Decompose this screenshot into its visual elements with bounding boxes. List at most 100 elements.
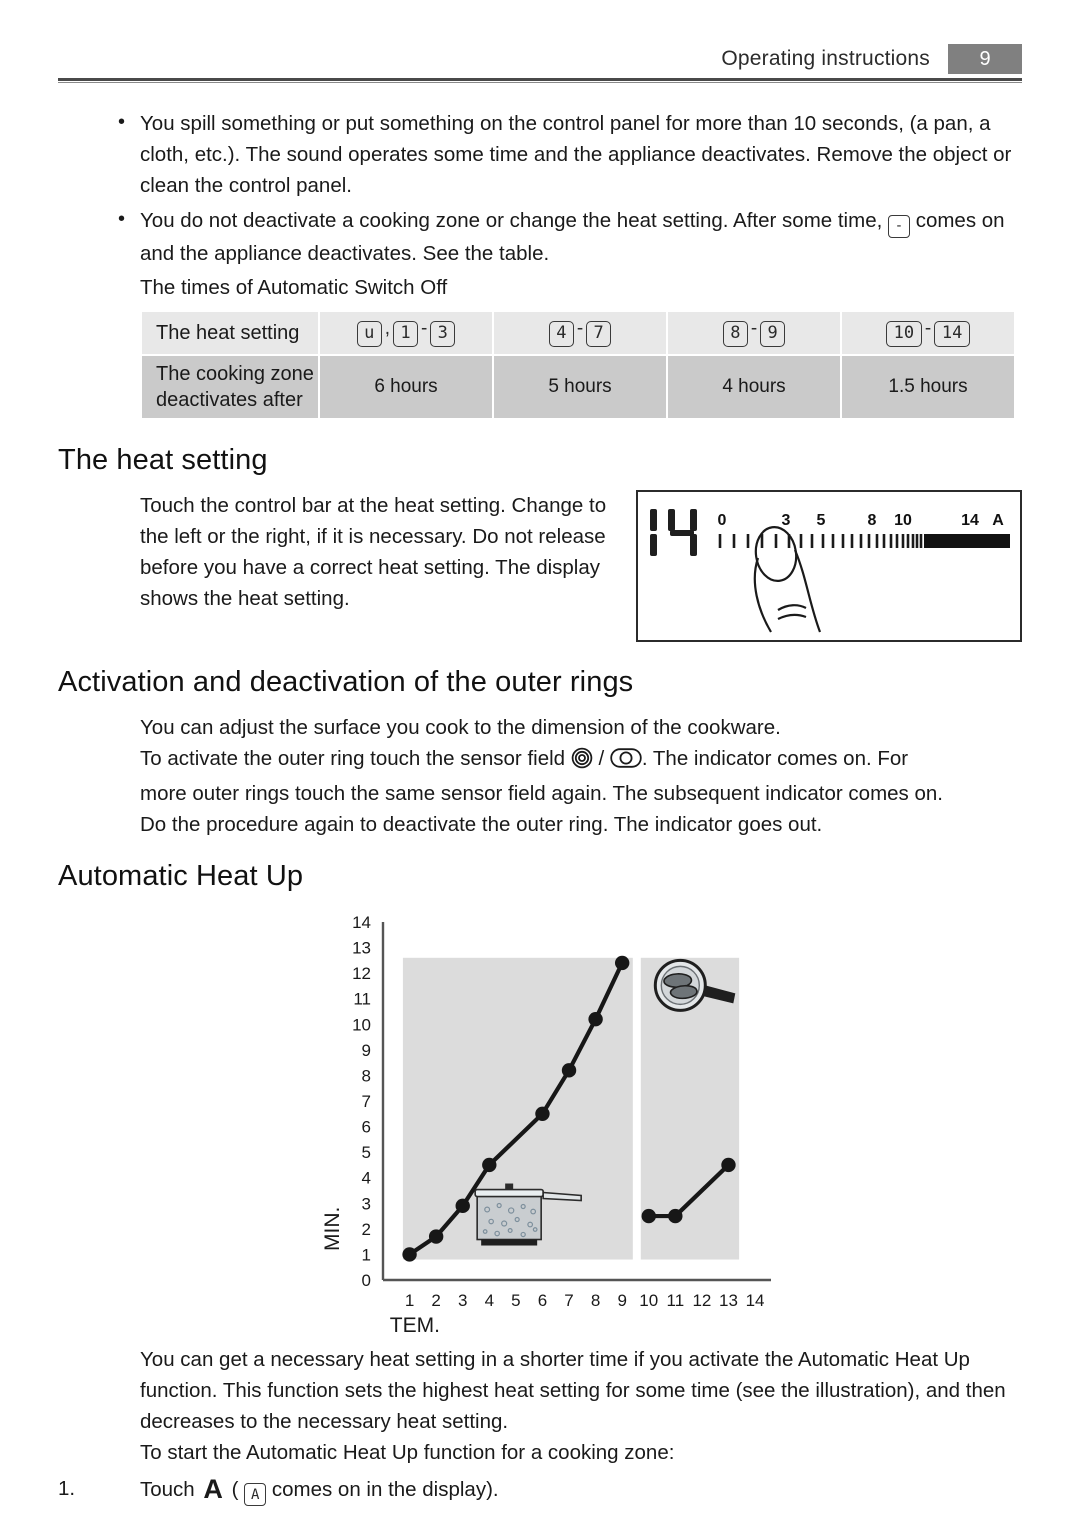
document-page: Operating instructions 9 You spill somet… — [0, 0, 1080, 1529]
y-tick-label: 1 — [362, 1245, 371, 1264]
x-tick-label: 11 — [667, 1291, 685, 1310]
display-value-14-icon — [650, 508, 697, 556]
x-tick-label: 4 — [485, 1291, 494, 1310]
svg-text:0: 0 — [718, 512, 727, 529]
range-dash-4: - — [924, 318, 932, 340]
automatic-heat-up-paragraph-2: To start the Automatic Heat Up function … — [140, 1440, 675, 1464]
x-tick-label: 6 — [538, 1291, 547, 1310]
table-cell-range-4: 10-14 — [842, 311, 1014, 354]
data-point — [721, 1157, 736, 1172]
outer-rings-text-before: To activate the outer ring touch the sen… — [140, 746, 566, 770]
table-row-heat-setting: The heat setting u,1-3 4-7 8-9 10-14 — [142, 311, 1014, 354]
concentric-rings-sensor-icon — [571, 747, 593, 778]
data-point — [588, 1011, 603, 1026]
outer-rings-line-1: You can adjust the surface you cook to t… — [140, 715, 781, 739]
x-tick-label: 8 — [591, 1291, 600, 1310]
outer-rings-text-after: . The indicator comes on. For — [641, 746, 909, 770]
data-point — [641, 1208, 656, 1223]
seg-digit-14: 14 — [934, 320, 971, 347]
control-bar-illustration-svg: 0 3 5 8 10 14 A — [650, 508, 1010, 633]
table-cell-time-3: 4 hours — [668, 355, 840, 418]
deactivates-label-line2: deactivates after — [156, 388, 303, 411]
outer-rings-line-3: more outer rings touch the same sensor f… — [140, 781, 943, 805]
warning-bullet-list: You spill something or put something on … — [58, 107, 1022, 269]
display-letter-a-icon: A — [244, 1483, 267, 1506]
step-text-after: comes on in the display). — [271, 1477, 499, 1501]
y-tick-label: 4 — [362, 1168, 371, 1187]
y-tick-label: 11 — [353, 989, 371, 1008]
y-tick-label: 10 — [352, 1015, 371, 1034]
deactivates-label-line1: The cooking zone — [156, 362, 314, 385]
paren-open: ( — [231, 1477, 239, 1501]
x-tick-label: 7 — [564, 1291, 573, 1310]
section-title-automatic-heat-up: Automatic Heat Up — [58, 859, 304, 892]
section-title-heat-setting: The heat setting — [58, 443, 268, 476]
seg-digit-4: 4 — [548, 320, 574, 347]
page-content: You spill something or put something on … — [58, 107, 1022, 1507]
y-tick-label: 0 — [362, 1271, 371, 1290]
y-tick-label: 3 — [362, 1194, 371, 1213]
data-point — [561, 1062, 577, 1078]
x-tick-label: 9 — [617, 1291, 626, 1310]
heat-setting-label: The heat setting — [156, 321, 300, 344]
seg-digit-u: u — [356, 320, 382, 347]
x-tick-label: 3 — [458, 1291, 467, 1310]
y-tick-label: 9 — [362, 1040, 371, 1059]
y-tick-label: 12 — [352, 964, 371, 983]
comma-separator: , — [384, 318, 390, 340]
x-axis-title: TEM. — [390, 1314, 440, 1337]
data-point — [668, 1208, 683, 1223]
data-point — [402, 1246, 417, 1262]
range-dash-3: - — [750, 318, 758, 340]
heat-setting-section: Touch the control bar at the heat settin… — [58, 489, 1022, 646]
table-cell-time-4: 1.5 hours — [842, 355, 1014, 418]
y-tick-label: 2 — [362, 1219, 371, 1238]
table-cell-time-2: 5 hours — [494, 355, 666, 418]
switch-off-times-table: The heat setting u,1-3 4-7 8-9 10-14 The… — [140, 310, 1016, 420]
header-title: Operating instructions — [721, 47, 930, 70]
x-tick-label: 5 — [511, 1291, 520, 1310]
data-point — [428, 1228, 444, 1244]
heat-setting-body-text: Touch the control bar at the heat settin… — [140, 493, 607, 610]
data-point — [614, 955, 630, 970]
range-dash-1: - — [420, 318, 428, 340]
dash-display-icon: - — [888, 214, 910, 238]
seg-digit-3: 3 — [430, 320, 456, 347]
range-dash-2: - — [576, 318, 584, 340]
header-divider — [58, 78, 1022, 81]
page-header: Operating instructions 9 — [58, 42, 1022, 76]
x-tick-label: 2 — [431, 1291, 440, 1310]
control-bar-ticks — [718, 533, 923, 548]
outer-rings-icon-separator: / — [598, 746, 605, 770]
table-cell-time-1: 6 hours — [320, 355, 492, 418]
automatic-heat-up-chart: 0 1 2 3 4 5 6 7 8 9 10 11 12 13 14 1 2 3 4 5 6 7 8 9 10 11 12 13 14 T… — [313, 908, 783, 1338]
outer-rings-line-4: Do the procedure again to deactivate the… — [140, 812, 823, 836]
x-tick-label: 1 — [405, 1291, 414, 1310]
svg-text:14: 14 — [961, 512, 979, 529]
table-row-deactivation-time: The cooking zone deactivates after 6 hou… — [142, 355, 1014, 418]
y-tick-label: 8 — [362, 1066, 371, 1085]
seg-digit-10: 10 — [885, 320, 922, 347]
seg-digit-9: 9 — [760, 320, 786, 347]
data-point — [455, 1198, 470, 1213]
svg-text:A: A — [992, 512, 1004, 529]
svg-text:8: 8 — [868, 512, 877, 529]
x-tick-label: 10 — [639, 1291, 658, 1310]
table-cell-heat-setting-label: The heat setting — [142, 311, 318, 354]
outer-rings-line-2: To activate the outer ring touch the sen… — [58, 743, 1022, 778]
table-cell-range-2: 4-7 — [494, 311, 666, 354]
section-title-outer-rings: Activation and deactivation of the outer… — [58, 665, 634, 698]
bullet-text-before: You do not deactivate a cooking zone or … — [140, 209, 883, 232]
y-tick-label: 6 — [362, 1117, 371, 1136]
step-text-touch: Touch — [140, 1477, 195, 1501]
table-cell-deactivates-label: The cooking zone deactivates after — [142, 355, 318, 418]
svg-text:5: 5 — [817, 512, 826, 529]
step-item-touch-a: 1. Touch A ( A comes on in the display). — [58, 1472, 1022, 1507]
control-bar-illustration: 0 3 5 8 10 14 A — [636, 489, 1022, 642]
x-tick-label: 12 — [692, 1291, 711, 1310]
table-cell-range-1: u,1-3 — [320, 311, 492, 354]
x-tick-label: 14 — [746, 1291, 765, 1310]
scale-tick-labels: 0 3 5 8 10 14 A — [718, 512, 1005, 529]
step-number: 1. — [58, 1476, 76, 1500]
automatic-heat-up-key-icon: A — [203, 1473, 223, 1504]
